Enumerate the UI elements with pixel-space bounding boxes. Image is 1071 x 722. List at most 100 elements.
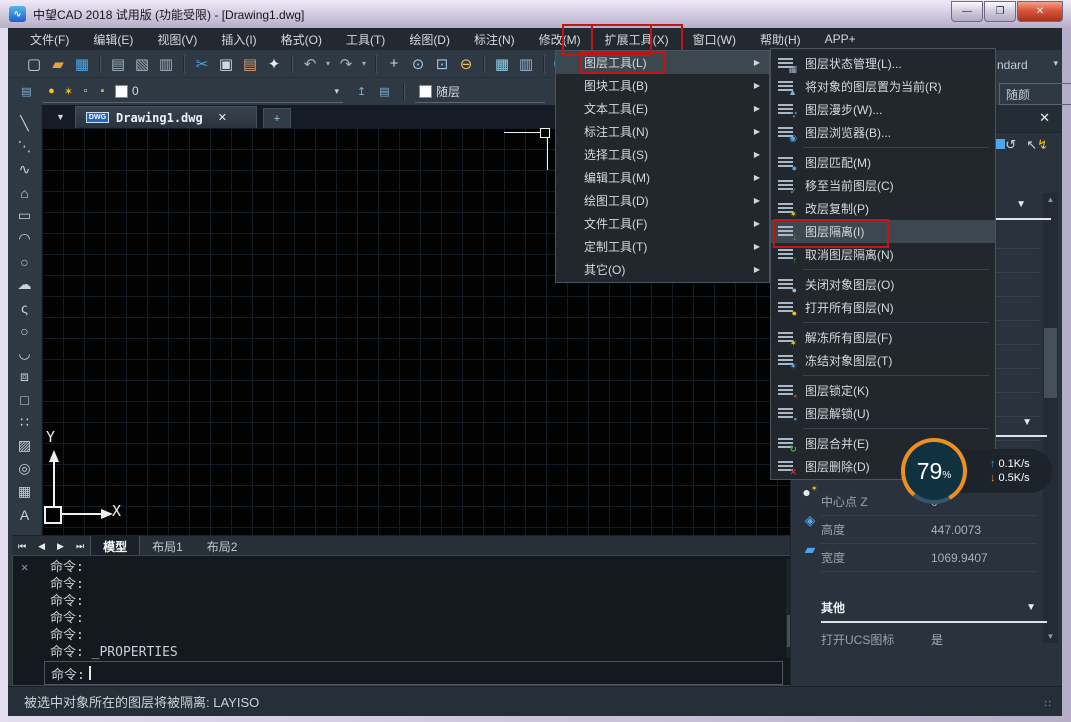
freeze-object-layer[interactable]: ✶ 冻结对象图层(T) — [771, 349, 995, 372]
document-list-dropdown-icon[interactable]: ▼ — [56, 112, 65, 122]
last-tab-icon[interactable]: ⏭ — [70, 541, 90, 552]
selection-tools[interactable]: 选择工具(S) ▶ — [556, 143, 769, 166]
command-input[interactable]: 命令: — [44, 661, 783, 685]
make-object-layer-current-icon[interactable]: ↥ — [353, 85, 370, 98]
quick-calculator[interactable]: ▦ — [490, 53, 514, 75]
text-tools[interactable]: 文本工具(E) ▶ — [556, 97, 769, 120]
zoom-previous[interactable]: ⊖ — [454, 53, 478, 75]
copy-to-new-layer[interactable]: ✶ 改层复制(P) — [771, 197, 995, 220]
layer-thaw-icon[interactable]: ✶ — [60, 85, 77, 98]
layer-states-icon[interactable]: ▤ — [376, 85, 393, 98]
menu-file[interactable]: 文件(F) — [18, 28, 81, 51]
match-properties[interactable]: ✦ — [262, 53, 286, 75]
quick-select-icon[interactable]: ↺ — [995, 137, 1016, 153]
paste[interactable]: ▤ — [238, 53, 262, 75]
section-collapse-icon[interactable]: ▼ — [1016, 199, 1026, 210]
layer-on-icon[interactable]: ● — [43, 85, 60, 97]
close-button[interactable]: ✕ — [1017, 1, 1063, 22]
layer-match[interactable]: ● 图层匹配(M) — [771, 151, 995, 174]
open-file[interactable]: ▰ — [46, 53, 70, 75]
dimension-tools[interactable]: 标注工具(N) ▶ — [556, 120, 769, 143]
style-dropdown-arrow-icon[interactable]: ▾ — [1053, 58, 1058, 72]
print-preview[interactable]: ▧ — [130, 53, 154, 75]
text-window[interactable]: ▥ — [514, 53, 538, 75]
hatch[interactable]: ▨ — [13, 435, 37, 456]
region[interactable]: ◎ — [13, 458, 37, 479]
cut[interactable]: ✂ — [190, 53, 214, 75]
scrollbar-thumb[interactable] — [1044, 328, 1057, 398]
pan[interactable]: + — [382, 53, 406, 75]
turn-object-layer-off[interactable]: ● 关闭对象图层(O) — [771, 273, 995, 296]
block-tools[interactable]: 图块工具(B) ▶ — [556, 74, 769, 97]
undo-dropdown[interactable]: ▾ — [322, 53, 334, 75]
quick-select-side-icon[interactable]: ◈ — [805, 512, 816, 529]
layer-unlock[interactable]: ▪ 图层解锁(U) — [771, 402, 995, 425]
set-object-layer-current[interactable]: ▲ 将对象的图层置为当前(R) — [771, 75, 995, 98]
line[interactable]: ╲ — [13, 113, 37, 134]
turn-all-layers-on[interactable]: ● 打开所有图层(N) — [771, 296, 995, 319]
command-close-icon[interactable]: ✕ — [21, 560, 28, 574]
multiline-text[interactable]: A — [13, 504, 37, 525]
edit-tools[interactable]: 编辑工具(M) ▶ — [556, 166, 769, 189]
prev-tab-icon[interactable]: ◀ — [32, 541, 51, 552]
circle[interactable]: ○ — [13, 251, 37, 272]
scroll-up-icon[interactable]: ▲ — [1043, 195, 1058, 204]
file-tools[interactable]: 文件工具(F) ▶ — [556, 212, 769, 235]
resize-grip[interactable]: ∷ — [1045, 699, 1052, 710]
menu-insert[interactable]: 插入(I) — [209, 28, 268, 51]
layer-browser[interactable]: ◉ 图层浏览器(B)... — [771, 121, 995, 144]
minimize-button[interactable]: — — [951, 1, 983, 22]
property-row[interactable]: 打开UCS图标 是 — [821, 626, 1036, 653]
custom-tools[interactable]: 定制工具(T) ▶ — [556, 235, 769, 258]
undo[interactable]: ↶ — [298, 53, 322, 75]
construction-line[interactable]: ⋱ — [13, 136, 37, 157]
layer-properties-manager-icon[interactable]: ▤ — [18, 85, 35, 98]
layer-unisolate[interactable]: ↑ 取消图层隔离(N) — [771, 243, 995, 266]
layer-walk[interactable]: ∵ 图层漫步(W)... — [771, 98, 995, 121]
tab-model[interactable]: 模型 — [90, 536, 140, 557]
properties-close-icon[interactable]: ✕ — [1039, 110, 1050, 126]
menu-tools[interactable]: 工具(T) — [334, 28, 397, 51]
menu-app-plus[interactable]: APP+ — [813, 29, 868, 49]
menu-edit[interactable]: 编辑(E) — [81, 28, 145, 51]
copy[interactable]: ▣ — [214, 53, 238, 75]
ellipse-arc[interactable]: ◡ — [13, 343, 37, 364]
network-badge-ring[interactable]: 79 % — [901, 438, 967, 504]
section-collapse-icon[interactable]: ▼ — [1026, 602, 1036, 613]
section-collapse-icon[interactable]: ▼ — [1022, 417, 1032, 428]
layer-lock[interactable]: ▪ 图层锁定(K) — [771, 379, 995, 402]
menu-draw[interactable]: 绘图(D) — [397, 28, 462, 51]
spline[interactable]: ς — [13, 297, 37, 318]
property-row[interactable]: 高度 447.0073 — [821, 516, 1036, 544]
property-row[interactable]: 宽度 1069.9407 — [821, 544, 1036, 572]
first-tab-icon[interactable]: ⏮ — [12, 541, 32, 552]
move-to-current-layer[interactable]: ✓ 移至当前图层(C) — [771, 174, 995, 197]
rectangle[interactable]: ▭ — [13, 205, 37, 226]
layer-isolate[interactable]: ↓ 图层隔离(I) — [771, 220, 995, 243]
menu-view[interactable]: 视图(V) — [145, 28, 209, 51]
insert-block[interactable]: ⧈ — [13, 366, 37, 387]
new-file[interactable]: ▢ — [22, 53, 46, 75]
new-document-button[interactable]: + — [263, 108, 291, 128]
arc[interactable]: ◠ — [13, 228, 37, 249]
standard-style-partial[interactable]: ndard — [997, 58, 1028, 72]
command-window[interactable]: ✕ 命令:命令:命令:命令:命令:命令: _PROPERTIES ▲ ▼ 命令: — [12, 555, 812, 686]
scroll-down-icon[interactable]: ▼ — [1043, 632, 1058, 641]
section-other-header[interactable]: 其他 ▼ — [821, 595, 1036, 619]
draw-tools[interactable]: 绘图工具(D) ▶ — [556, 189, 769, 212]
polyline[interactable]: ∿ — [13, 159, 37, 180]
tab-layout2[interactable]: 布局2 — [195, 536, 250, 557]
make-block[interactable]: □ — [13, 389, 37, 410]
plot[interactable]: ▥ — [154, 53, 178, 75]
layer-state-manager[interactable]: ▦ 图层状态管理(L)... — [771, 52, 995, 75]
document-close-icon[interactable]: ✕ — [218, 111, 227, 124]
properties-scrollbar[interactable]: ▲ ▼ — [1043, 193, 1058, 643]
balloon-icon[interactable]: ●✶ — [802, 484, 817, 500]
save-file[interactable]: ▦ — [70, 53, 94, 75]
next-tab-icon[interactable]: ▶ — [51, 541, 70, 552]
menu-format[interactable]: 格式(O) — [269, 28, 334, 51]
redo-dropdown[interactable]: ▾ — [358, 53, 370, 75]
redo[interactable]: ↷ — [334, 53, 358, 75]
ellipse[interactable]: ○ — [13, 320, 37, 341]
zoom-window[interactable]: ⊡ — [430, 53, 454, 75]
